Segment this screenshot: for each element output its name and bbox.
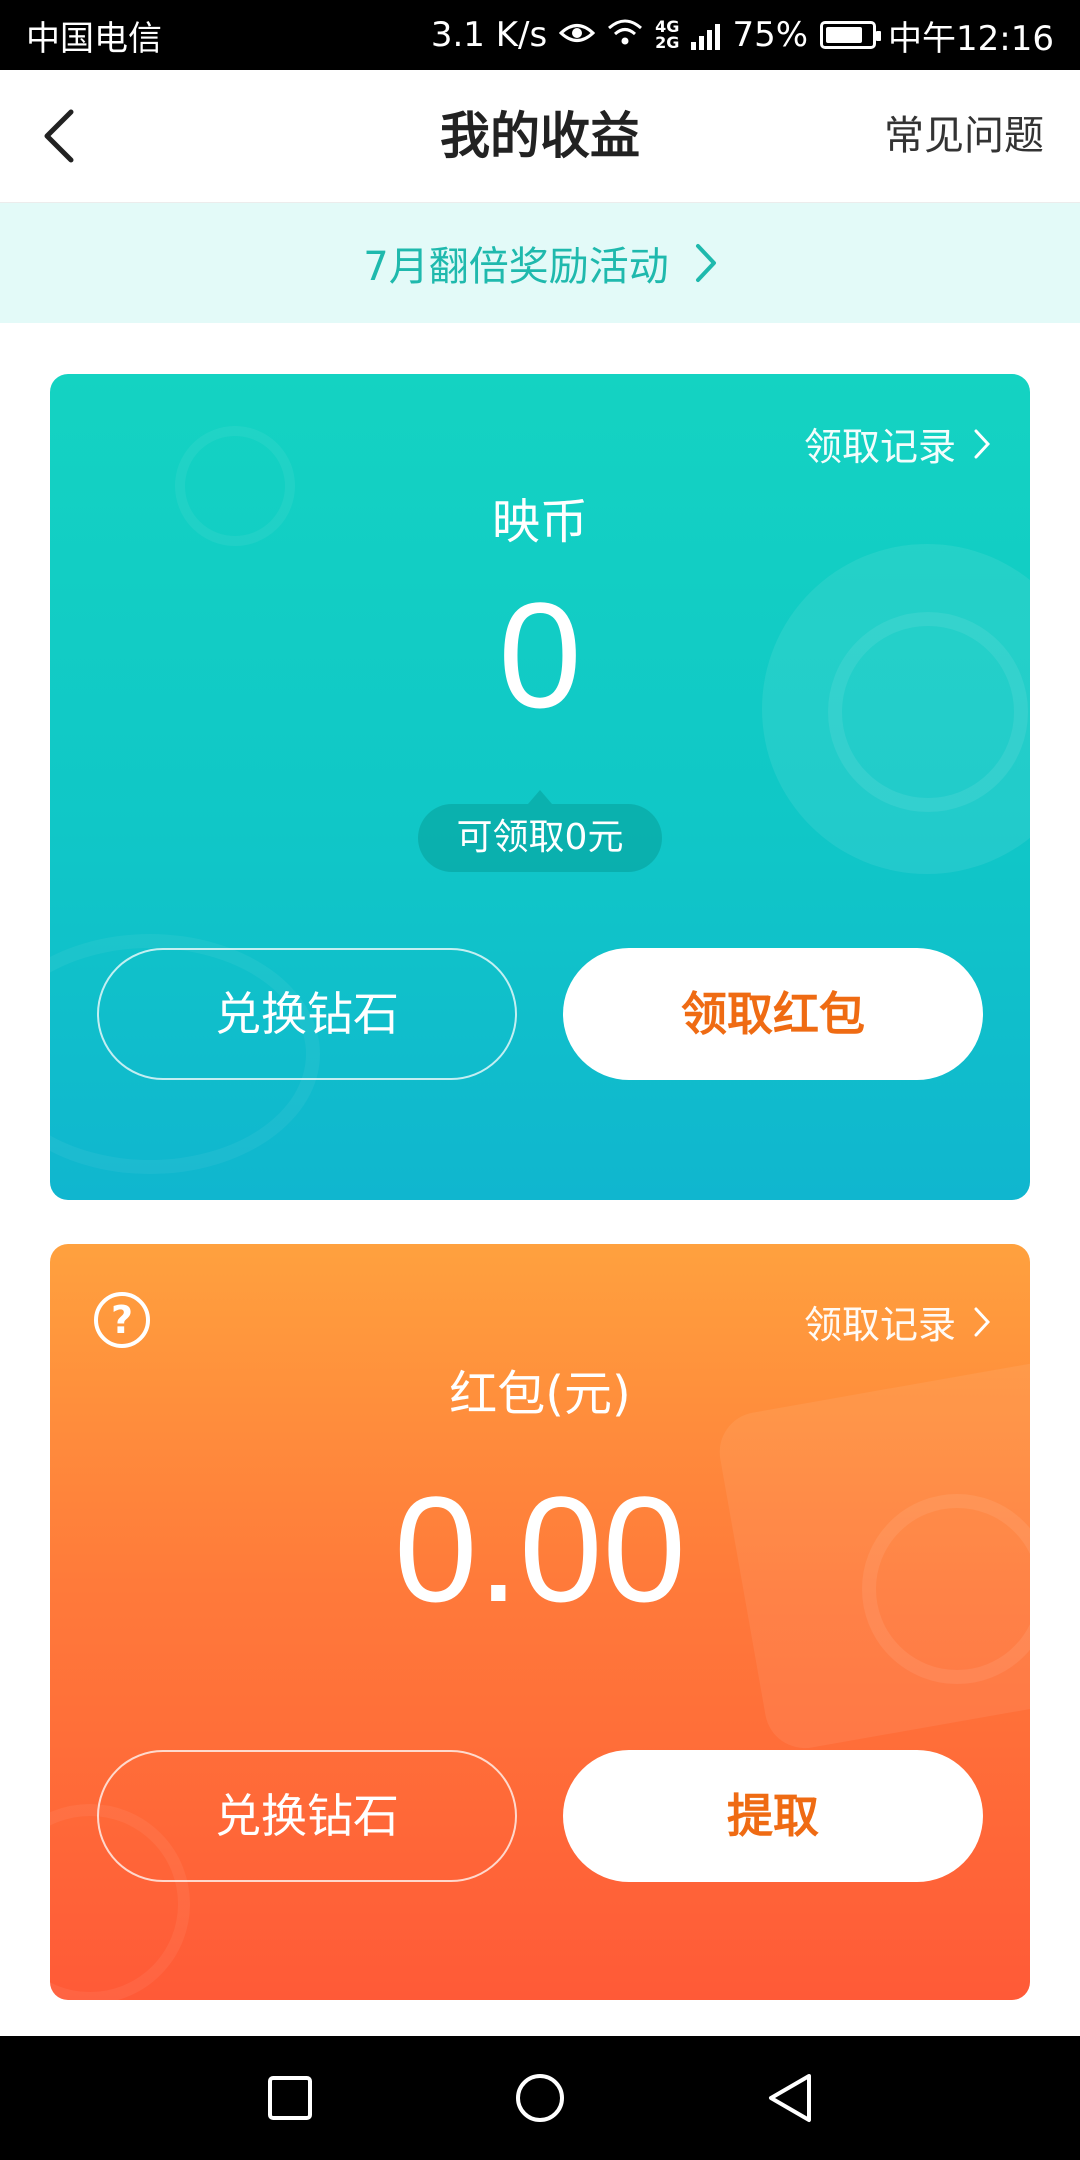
back-nav-button[interactable] xyxy=(760,2068,820,2128)
status-indicators: 3.1 K/s 4G 2G 75% 中午12:16 xyxy=(431,11,1054,60)
net-speed: 3.1 K/s xyxy=(430,15,548,55)
system-nav-bar xyxy=(0,2036,1080,2160)
claimable-tooltip: 可领取0元 xyxy=(418,790,662,872)
coin-card: 领取记录 映币 0 可领取0元 兑换钻石 领取红包 xyxy=(50,374,1030,1200)
eye-icon xyxy=(558,16,596,54)
withdraw-button[interactable]: 提取 xyxy=(563,1750,983,1882)
exchange-diamond-button[interactable]: 兑换钻石 xyxy=(97,1750,517,1882)
chevron-right-icon xyxy=(974,429,990,458)
coin-amount: 0 xyxy=(498,571,582,739)
circle-icon xyxy=(516,2074,564,2122)
claim-red-packet-button[interactable]: 领取红包 xyxy=(563,948,983,1080)
network-type: 4G 2G xyxy=(655,17,680,52)
battery-percent: 75% xyxy=(732,15,809,55)
recent-apps-button[interactable] xyxy=(260,2068,320,2128)
carrier-label: 中国电信 xyxy=(26,18,162,59)
square-icon xyxy=(268,2076,312,2120)
signal-icon xyxy=(691,20,721,50)
triangle-back-icon xyxy=(769,2074,811,2122)
wifi-icon xyxy=(607,15,643,55)
faq-link[interactable]: 常见问题 xyxy=(884,70,1044,203)
red-packet-record-link[interactable]: 领取记录 xyxy=(804,1294,990,1349)
promo-banner-text: 7月翻倍奖励活动 xyxy=(363,244,669,290)
clock: 中午12:16 xyxy=(888,18,1054,59)
battery-icon xyxy=(820,21,882,49)
status-bar: 中国电信 3.1 K/s 4G 2G 75% 中午12:16 xyxy=(0,0,1080,70)
exchange-diamond-button[interactable]: 兑换钻石 xyxy=(97,948,517,1080)
coin-label: 映币 xyxy=(491,494,588,550)
help-icon[interactable]: ? xyxy=(94,1292,150,1348)
promo-banner[interactable]: 7月翻倍奖励活动 xyxy=(0,203,1080,323)
coin-record-link[interactable]: 领取记录 xyxy=(804,416,990,471)
red-packet-label: 红包(元) xyxy=(449,1366,631,1422)
red-packet-amount: 0.00 xyxy=(394,1465,686,1633)
top-header: 我的收益 常见问题 xyxy=(0,70,1080,203)
red-packet-card: ? 领取记录 红包(元) 0.00 兑换钻石 提取 xyxy=(50,1244,1030,2000)
chevron-right-icon xyxy=(974,1307,990,1336)
chevron-right-icon xyxy=(695,244,716,282)
home-button[interactable] xyxy=(510,2068,570,2128)
